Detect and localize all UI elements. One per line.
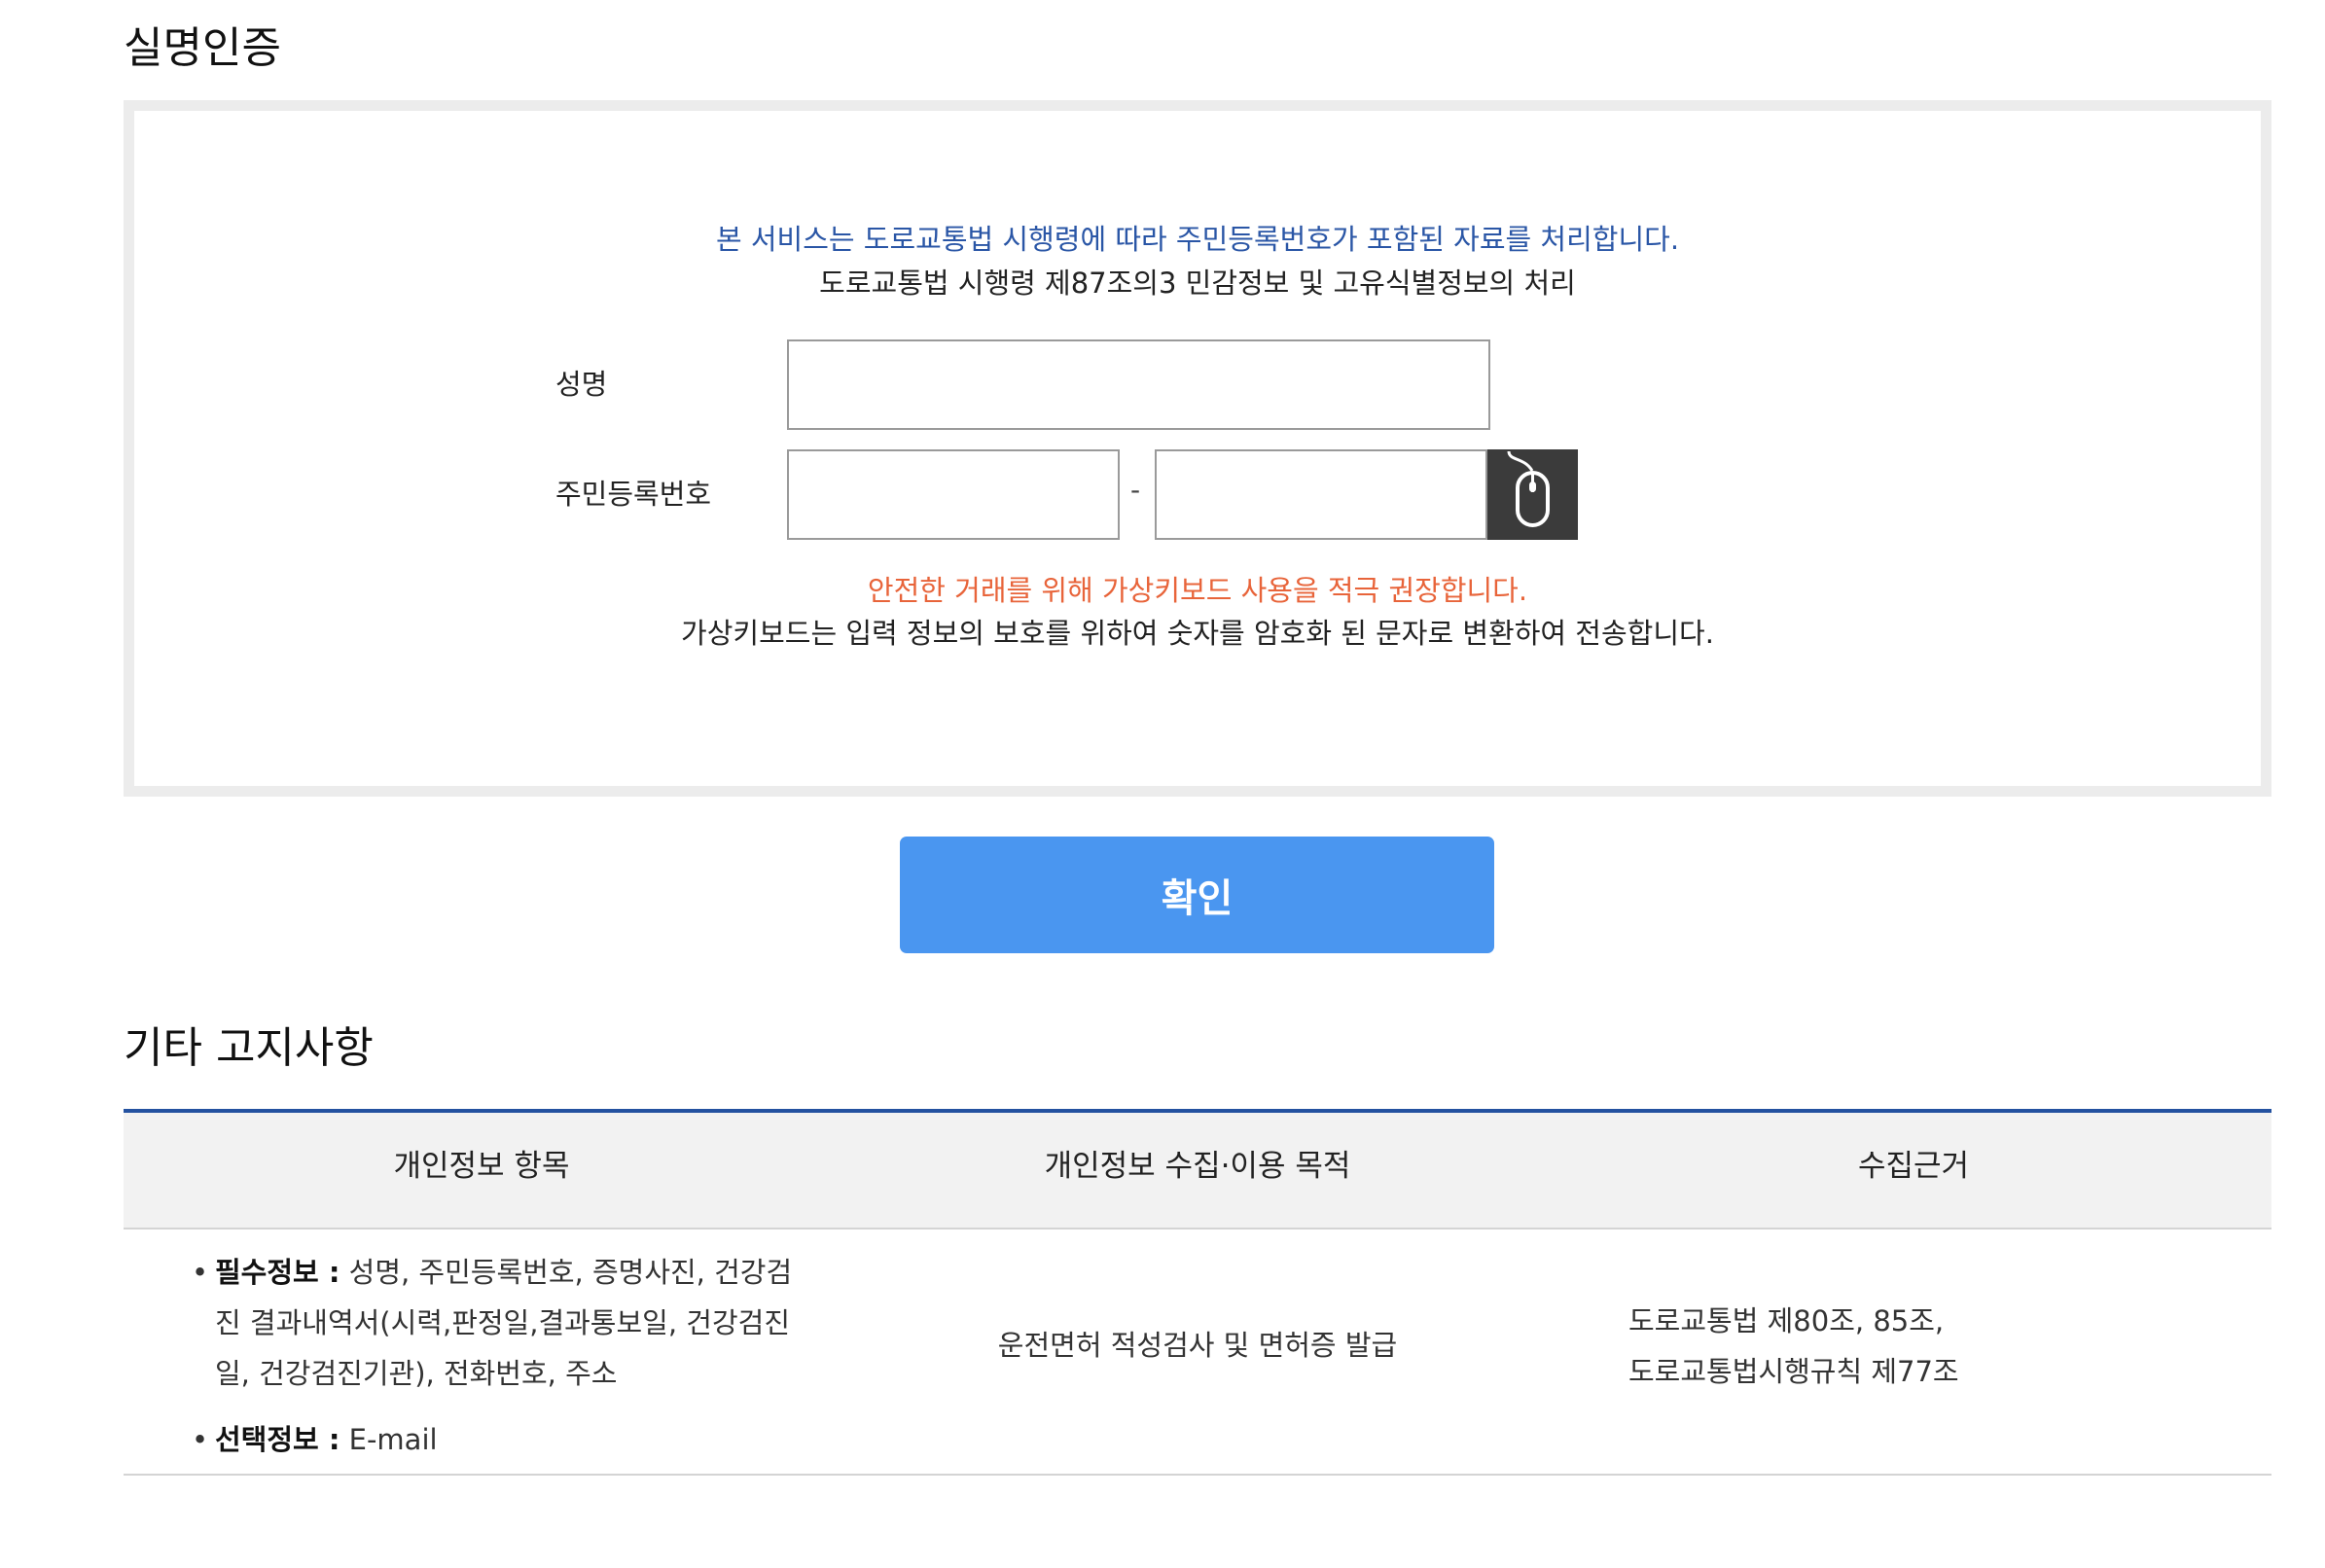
law-reference-notice: 도로교통법 시행령 제87조의3 민감정보 및 고유식별정보의 처리: [819, 267, 1576, 300]
mouse-icon: [1507, 450, 1550, 527]
basis-line-2: 도로교통법시행규칙 제77조: [1628, 1355, 1959, 1388]
rrn-label: 주민등록번호: [555, 478, 712, 511]
virtual-keyboard-recommendation: 안전한 거래를 위해 가상키보드 사용을 적극 권장합니다.: [867, 574, 1528, 607]
info-items-list: 필수정보 : 성명, 주민등록번호, 증명사진, 건강검진 결과내역서(시력,판…: [192, 1247, 814, 1465]
table-row: 필수정보 : 성명, 주민등록번호, 증명사진, 건강검진 결과내역서(시력,판…: [124, 1229, 2271, 1476]
rrn-second-input[interactable]: [1155, 449, 1487, 540]
list-item-optional: 선택정보 : E-mail: [192, 1414, 814, 1465]
privacy-notice-table: 개인정보 항목 개인정보 수집·이용 목적 수집근거 필수정보 : 성명, 주민…: [124, 1109, 2271, 1476]
collection-basis-cell: 도로교통법 제80조, 85조, 도로교통법시행규칙 제77조: [1628, 1296, 1959, 1397]
confirm-button[interactable]: 확인: [900, 837, 1494, 953]
header-collection-purpose: 개인정보 수집·이용 목적: [1044, 1149, 1351, 1184]
list-item-required: 필수정보 : 성명, 주민등록번호, 증명사진, 건강검진 결과내역서(시력,판…: [192, 1247, 814, 1399]
optional-info-label: 선택정보 :: [215, 1423, 340, 1456]
collection-purpose-cell: 운전면허 적성검사 및 면허증 발급: [997, 1329, 1398, 1362]
other-notice-title: 기타 고지사항: [124, 1023, 374, 1073]
rrn-first-input[interactable]: [787, 449, 1120, 540]
page-title-real-name-auth: 실명인증: [124, 23, 281, 73]
rrn-separator: -: [1130, 474, 1141, 506]
virtual-keyboard-description: 가상키보드는 입력 정보의 보호를 위하여 숫자를 암호화 된 문자로 변환하여…: [681, 617, 1714, 650]
rrn-processing-notice: 본 서비스는 도로교통법 시행령에 따라 주민등록번호가 포함된 자료를 처리합…: [715, 223, 1680, 256]
table-header-row: 개인정보 항목 개인정보 수집·이용 목적 수집근거: [124, 1113, 2271, 1229]
name-label: 성명: [555, 368, 608, 401]
basis-line-1: 도로교통법 제80조, 85조,: [1628, 1304, 1945, 1337]
header-personal-info-item: 개인정보 항목: [393, 1149, 570, 1184]
name-input[interactable]: [787, 339, 1490, 430]
header-collection-basis: 수집근거: [1857, 1149, 1970, 1184]
optional-info-value: E-mail: [348, 1423, 438, 1456]
real-name-auth-box: 본 서비스는 도로교통법 시행령에 따라 주민등록번호가 포함된 자료를 처리합…: [124, 100, 2271, 797]
page: 실명인증 본 서비스는 도로교통법 시행령에 따라 주민등록번호가 포함된 자료…: [0, 0, 2325, 1568]
personal-info-items-cell: 필수정보 : 성명, 주민등록번호, 증명사진, 건강검진 결과내역서(시력,판…: [192, 1247, 814, 1480]
virtual-keyboard-button[interactable]: [1487, 449, 1578, 540]
required-info-label: 필수정보 :: [215, 1256, 340, 1289]
